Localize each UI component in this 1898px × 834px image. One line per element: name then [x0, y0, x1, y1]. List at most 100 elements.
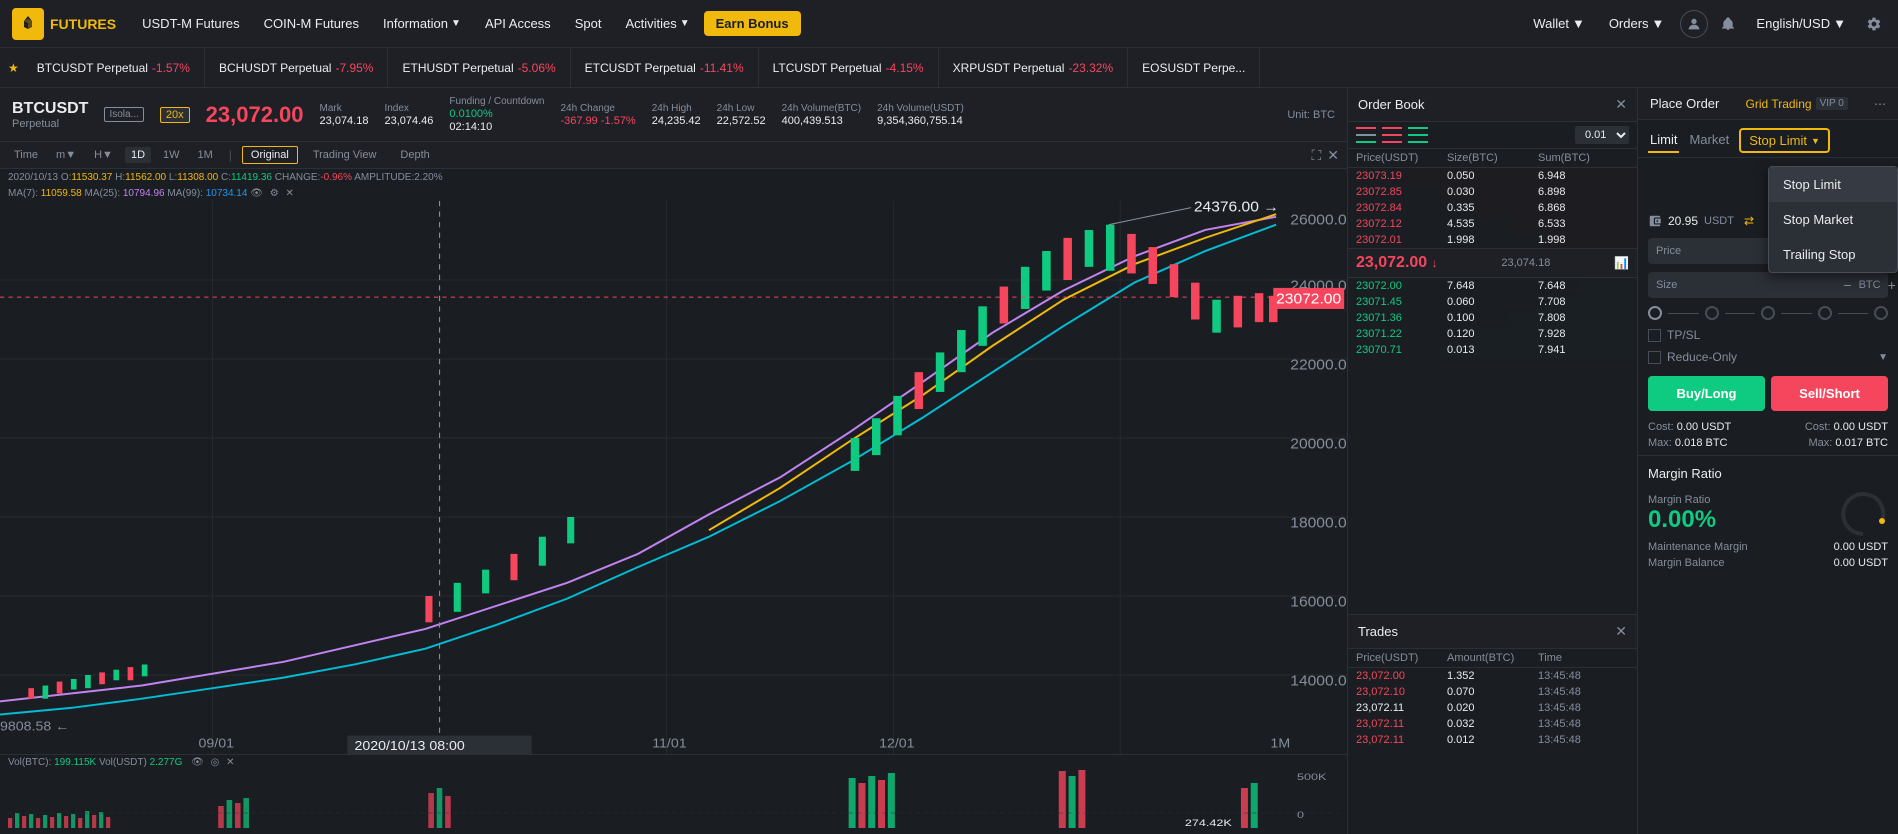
ob-bid-row[interactable]: 23071.36 0.100 7.808 [1348, 310, 1637, 326]
order-tab-stop-limit[interactable]: Stop Limit ▼ [1739, 128, 1830, 153]
slider-dot-50[interactable] [1761, 306, 1775, 320]
max-buy: Max: 0.018 BTC [1648, 437, 1728, 449]
ticker-btcusdt[interactable]: BTCUSDT Perpetual -1.57% [23, 48, 205, 87]
trade-row: 23,072.11 0.020 13:45:48 [1348, 700, 1637, 716]
chart-tab-h[interactable]: H▼ [88, 147, 119, 163]
chart-tab-1m[interactable]: 1M [192, 147, 219, 163]
reduce-only-checkbox[interactable] [1648, 351, 1661, 364]
nav-coin-futures[interactable]: COIN-M Futures [254, 10, 369, 37]
chart-tab-time[interactable]: Time [8, 147, 44, 163]
sell-short-button[interactable]: Sell/Short [1771, 376, 1888, 411]
slider-dot-0[interactable] [1648, 306, 1662, 320]
size-decrease-icon[interactable]: − [1840, 277, 1854, 293]
nav-api-access[interactable]: API Access [475, 10, 561, 37]
nav-information[interactable]: Information ▼ [373, 10, 471, 37]
slider-dot-100[interactable] [1874, 306, 1888, 320]
margin-ratio-value: 0.00% [1648, 506, 1716, 534]
volume-chart: 500K 0 274.42K [8, 768, 1339, 828]
ticker-xrpusdt[interactable]: XRPUSDT Perpetual -23.32% [939, 48, 1129, 87]
more-options-icon[interactable]: ⋯ [1874, 97, 1886, 111]
size-input[interactable] [1681, 278, 1836, 292]
ob-decimals-select[interactable]: 0.01 0.1 1 [1575, 126, 1629, 144]
favorites-icon[interactable]: ★ [8, 61, 19, 75]
close-ma-icon[interactable]: ✕ [285, 188, 293, 199]
ticker-ethusdt[interactable]: ETHUSDT Perpetual -5.06% [388, 48, 570, 87]
dropdown-stop-limit[interactable]: Stop Limit [1769, 167, 1897, 202]
chart-view-tradingview[interactable]: Trading View [304, 146, 386, 164]
ob-buy-icon[interactable] [1408, 127, 1428, 143]
ticker-bchusdt[interactable]: BCHUSDT Perpetual -7.95% [205, 48, 389, 87]
trades-close-icon[interactable]: ✕ [1615, 623, 1627, 640]
ob-ask-row[interactable]: 23072.12 4.535 6.533 [1348, 216, 1637, 232]
vol-close-icon[interactable]: ✕ [226, 757, 234, 768]
ob-bid-row[interactable]: 23071.22 0.120 7.928 [1348, 326, 1637, 342]
trades-header: Trades ✕ [1348, 615, 1637, 649]
svg-text:9808.58 ←: 9808.58 ← [0, 719, 69, 733]
ob-both-icon[interactable] [1356, 127, 1376, 143]
expand-chart-icon[interactable]: ⛶ [1311, 147, 1321, 164]
order-tab-market[interactable]: Market [1687, 128, 1731, 153]
tpsl-label[interactable]: TP/SL [1667, 328, 1700, 342]
margin-ratio-info: Margin Ratio 0.00% [1648, 494, 1716, 534]
dropdown-trailing-stop[interactable]: Trailing Stop [1769, 237, 1897, 272]
ob-ask-row[interactable]: 23072.01 1.998 1.998 [1348, 232, 1637, 248]
close-chart-icon[interactable]: ✕ [1327, 147, 1339, 164]
svg-text:24376.00 →: 24376.00 → [1194, 201, 1279, 215]
chart-tab-1d[interactable]: 1D [125, 147, 151, 163]
size-increase-icon[interactable]: + [1885, 277, 1898, 293]
eye-icon[interactable]: 👁 [250, 188, 263, 199]
transfer-icon[interactable]: ⇄ [1744, 214, 1754, 228]
trade-row: 23,072.10 0.070 13:45:48 [1348, 684, 1637, 700]
chart-tab-1w[interactable]: 1W [157, 147, 186, 163]
nav-language[interactable]: English/USD ▼ [1748, 12, 1854, 35]
svg-text:12/01: 12/01 [879, 736, 914, 750]
ob-chart-icon[interactable]: 📊 [1614, 256, 1629, 270]
isolated-badge[interactable]: Isola... [104, 107, 143, 122]
ob-bid-row[interactable]: 23070.71 0.013 7.941 [1348, 342, 1637, 358]
order-book-close-icon[interactable]: ✕ [1615, 96, 1627, 113]
size-input-group[interactable]: Size − BTC + [1648, 272, 1888, 298]
chart-view-depth[interactable]: Depth [391, 146, 438, 164]
earn-bonus-button[interactable]: Earn Bonus [704, 11, 801, 36]
leverage-badge[interactable]: 20x [160, 107, 190, 123]
nav-wallet[interactable]: Wallet ▼ [1525, 12, 1593, 35]
grid-trading-link[interactable]: Grid Trading VIP 0 [1746, 97, 1848, 111]
slider-dot-25[interactable] [1705, 306, 1719, 320]
nav-usdt-futures[interactable]: USDT-M Futures [132, 10, 250, 37]
chart-view-original[interactable]: Original [242, 146, 298, 164]
vol-eye-icon[interactable]: 👁 [191, 757, 204, 768]
size-slider[interactable] [1648, 306, 1888, 320]
nav-spot[interactable]: Spot [565, 10, 612, 37]
vol-circle-icon[interactable]: ◎ [211, 757, 220, 768]
ob-ask-row[interactable]: 23072.85 0.030 6.898 [1348, 184, 1637, 200]
svg-text:22000.00: 22000.00 [1290, 357, 1347, 373]
logo[interactable]: FUTURES [12, 8, 116, 40]
ticker-eosusdt[interactable]: EOSUSDT Perpe... [1128, 48, 1260, 87]
settings-small-icon[interactable]: ⚙ [270, 188, 279, 199]
ob-bid-row[interactable]: 23072.00 7.648 7.648 [1348, 278, 1637, 294]
ob-sell-icon[interactable] [1382, 127, 1402, 143]
ticker-etcusdt[interactable]: ETCUSDT Perpetual -11.41% [571, 48, 759, 87]
ob-ask-row[interactable]: 23073.19 0.050 6.948 [1348, 168, 1637, 184]
user-icon[interactable] [1680, 10, 1708, 38]
trade-row: 23,072.00 1.352 13:45:48 [1348, 668, 1637, 684]
reduce-only-label[interactable]: Reduce-Only [1667, 350, 1737, 364]
nav-orders[interactable]: Orders ▼ [1601, 12, 1673, 35]
notifications-icon[interactable] [1716, 12, 1740, 36]
ticker-ltcusdt[interactable]: LTCUSDT Perpetual -4.15% [759, 48, 939, 87]
settings-icon[interactable] [1862, 12, 1886, 36]
slider-dot-75[interactable] [1818, 306, 1832, 320]
ob-bid-row[interactable]: 23071.45 0.060 7.708 [1348, 294, 1637, 310]
ob-ask-row[interactable]: 23072.84 0.335 6.868 [1348, 200, 1637, 216]
nav-activities[interactable]: Activities ▼ [615, 10, 699, 37]
svg-text:11/01: 11/01 [652, 736, 686, 750]
chart-tab-m[interactable]: m▼ [50, 147, 82, 163]
logo-text: FUTURES [50, 16, 116, 32]
order-tab-limit[interactable]: Limit [1648, 128, 1679, 153]
buy-long-button[interactable]: Buy/Long [1648, 376, 1765, 411]
svg-text:23072.00: 23072.00 [1276, 291, 1341, 307]
tpsl-checkbox[interactable] [1648, 329, 1661, 342]
reduce-only-expand-icon[interactable]: ▼ [1878, 352, 1888, 363]
svg-text:2020/10/13 08:00: 2020/10/13 08:00 [354, 739, 465, 753]
dropdown-stop-market[interactable]: Stop Market [1769, 202, 1897, 237]
